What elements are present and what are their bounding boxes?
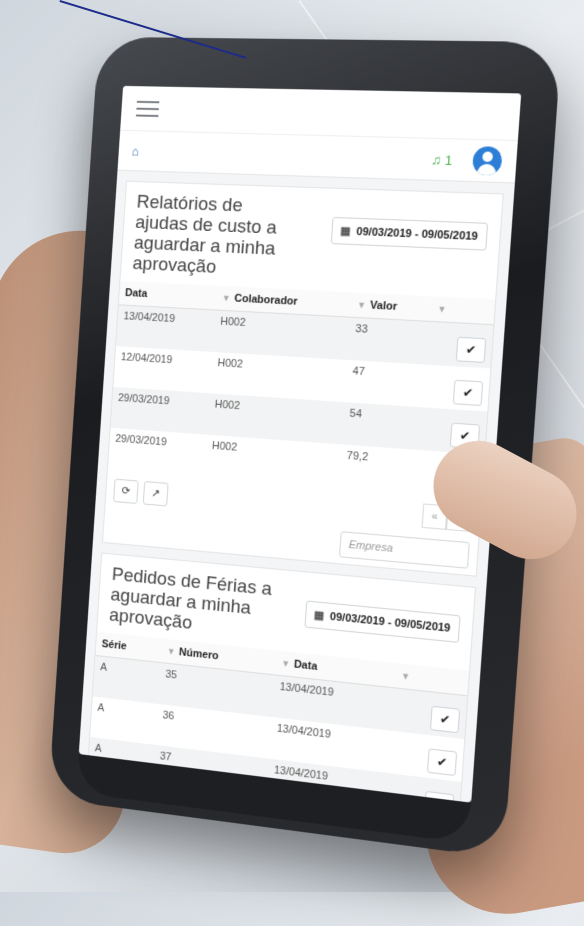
calendar-icon: ▦ bbox=[340, 224, 351, 238]
nav-bar: ⌂ ♫ 1 bbox=[117, 130, 517, 184]
home-icon[interactable]: ⌂ bbox=[131, 143, 139, 158]
calendar-icon: ▦ bbox=[313, 608, 324, 622]
approve-button[interactable]: ✔ bbox=[453, 380, 483, 406]
refresh-icon[interactable]: ⟳ bbox=[113, 479, 139, 504]
panel-title: Relatórios de ajudas de custo a aguardar… bbox=[132, 192, 299, 282]
user-avatar-icon[interactable] bbox=[472, 146, 503, 176]
bell-icon: ♫ bbox=[431, 152, 442, 168]
approve-button[interactable]: ✔ bbox=[430, 706, 460, 734]
notifications-button[interactable]: ♫ 1 bbox=[431, 152, 453, 168]
filter-icon[interactable]: ▼ bbox=[401, 671, 411, 682]
column-header-actions: ▼ bbox=[430, 296, 495, 324]
date-range-value: 09/03/2019 - 09/05/2019 bbox=[356, 225, 478, 242]
notification-count: 1 bbox=[444, 152, 452, 168]
date-range-value: 09/03/2019 - 09/05/2019 bbox=[330, 610, 451, 634]
approve-button[interactable]: ✔ bbox=[427, 748, 457, 776]
phone-screen: ⌂ ♫ 1 Relatórios de ajudas de custo a ag… bbox=[79, 86, 521, 803]
date-range-picker[interactable]: ▦ 09/03/2019 - 09/05/2019 bbox=[304, 600, 460, 642]
filter-icon[interactable]: ▼ bbox=[437, 304, 447, 315]
filter-icon[interactable]: ▼ bbox=[281, 658, 290, 669]
approve-button[interactable]: ✔ bbox=[456, 337, 487, 363]
panel-title: Pedidos de Férias a aguardar a minha apr… bbox=[109, 564, 274, 642]
menu-icon[interactable] bbox=[136, 100, 159, 116]
filter-icon[interactable]: ▼ bbox=[357, 300, 367, 311]
expense-reports-panel: Relatórios de ajudas de custo a aguardar… bbox=[102, 181, 504, 577]
external-link-icon[interactable]: ↗ bbox=[143, 481, 169, 506]
date-range-picker[interactable]: ▦ 09/03/2019 - 09/05/2019 bbox=[330, 217, 488, 251]
filter-icon[interactable]: ▼ bbox=[167, 646, 176, 657]
filter-icon[interactable]: ▼ bbox=[222, 293, 231, 303]
